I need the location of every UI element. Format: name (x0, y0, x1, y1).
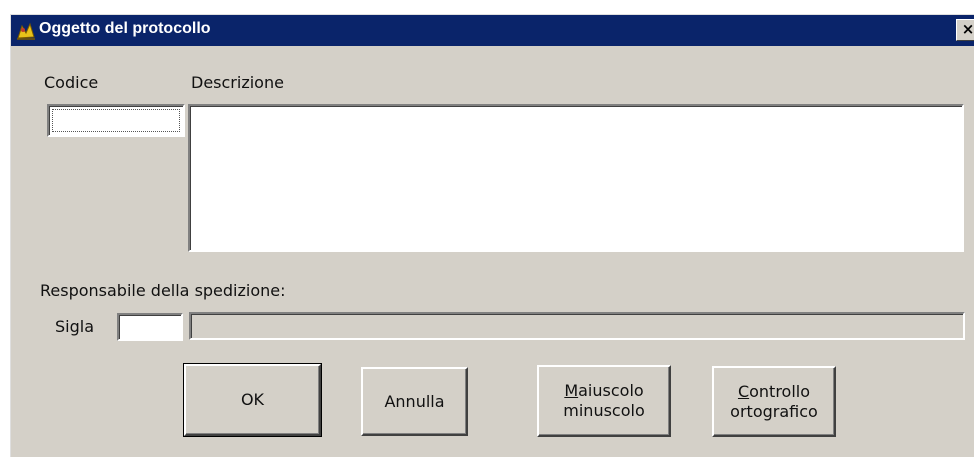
app-icon (15, 21, 37, 41)
responsabile-name-field (189, 312, 965, 340)
ok-button-label: OK (240, 390, 265, 409)
sigla-label: Sigla (55, 317, 95, 336)
dialog-window: Oggetto del protocollo × Codice Descrizi… (10, 14, 974, 457)
annulla-button-label: Annulla (384, 391, 445, 411)
focus-rect (52, 109, 180, 132)
title-bar[interactable]: Oggetto del protocollo × (11, 15, 974, 46)
close-button[interactable]: × (956, 19, 974, 41)
maiuscolo-mnemonic: M (564, 381, 579, 400)
controllo-line1: Controllo (738, 382, 810, 402)
close-icon: × (961, 20, 974, 38)
descrizione-field[interactable] (188, 104, 964, 252)
window-title: Oggetto del protocollo (39, 20, 211, 37)
controllo-ortografico-button[interactable]: Controllo ortografico (712, 366, 836, 437)
sigla-field[interactable] (117, 313, 183, 341)
maiuscolo-minuscolo-button[interactable]: Maiuscolo minuscolo (537, 365, 671, 437)
maiuscolo-line1: Maiuscolo (564, 381, 643, 401)
controllo-mnemonic: C (737, 381, 750, 401)
responsabile-label: Responsabile della spedizione: (40, 281, 286, 300)
descrizione-label: Descrizione (191, 73, 284, 92)
maiuscolo-line2: minuscolo (563, 401, 645, 420)
ok-button[interactable]: OK (183, 363, 322, 437)
maiuscolo-line1-rest: aiuscolo (578, 381, 644, 400)
controllo-line1-rest: ontrollo (749, 381, 811, 401)
controllo-line2: ortografico (730, 401, 818, 421)
annulla-button[interactable]: Annulla (361, 367, 468, 436)
codice-label: Codice (44, 73, 99, 92)
codice-field[interactable] (47, 104, 185, 137)
